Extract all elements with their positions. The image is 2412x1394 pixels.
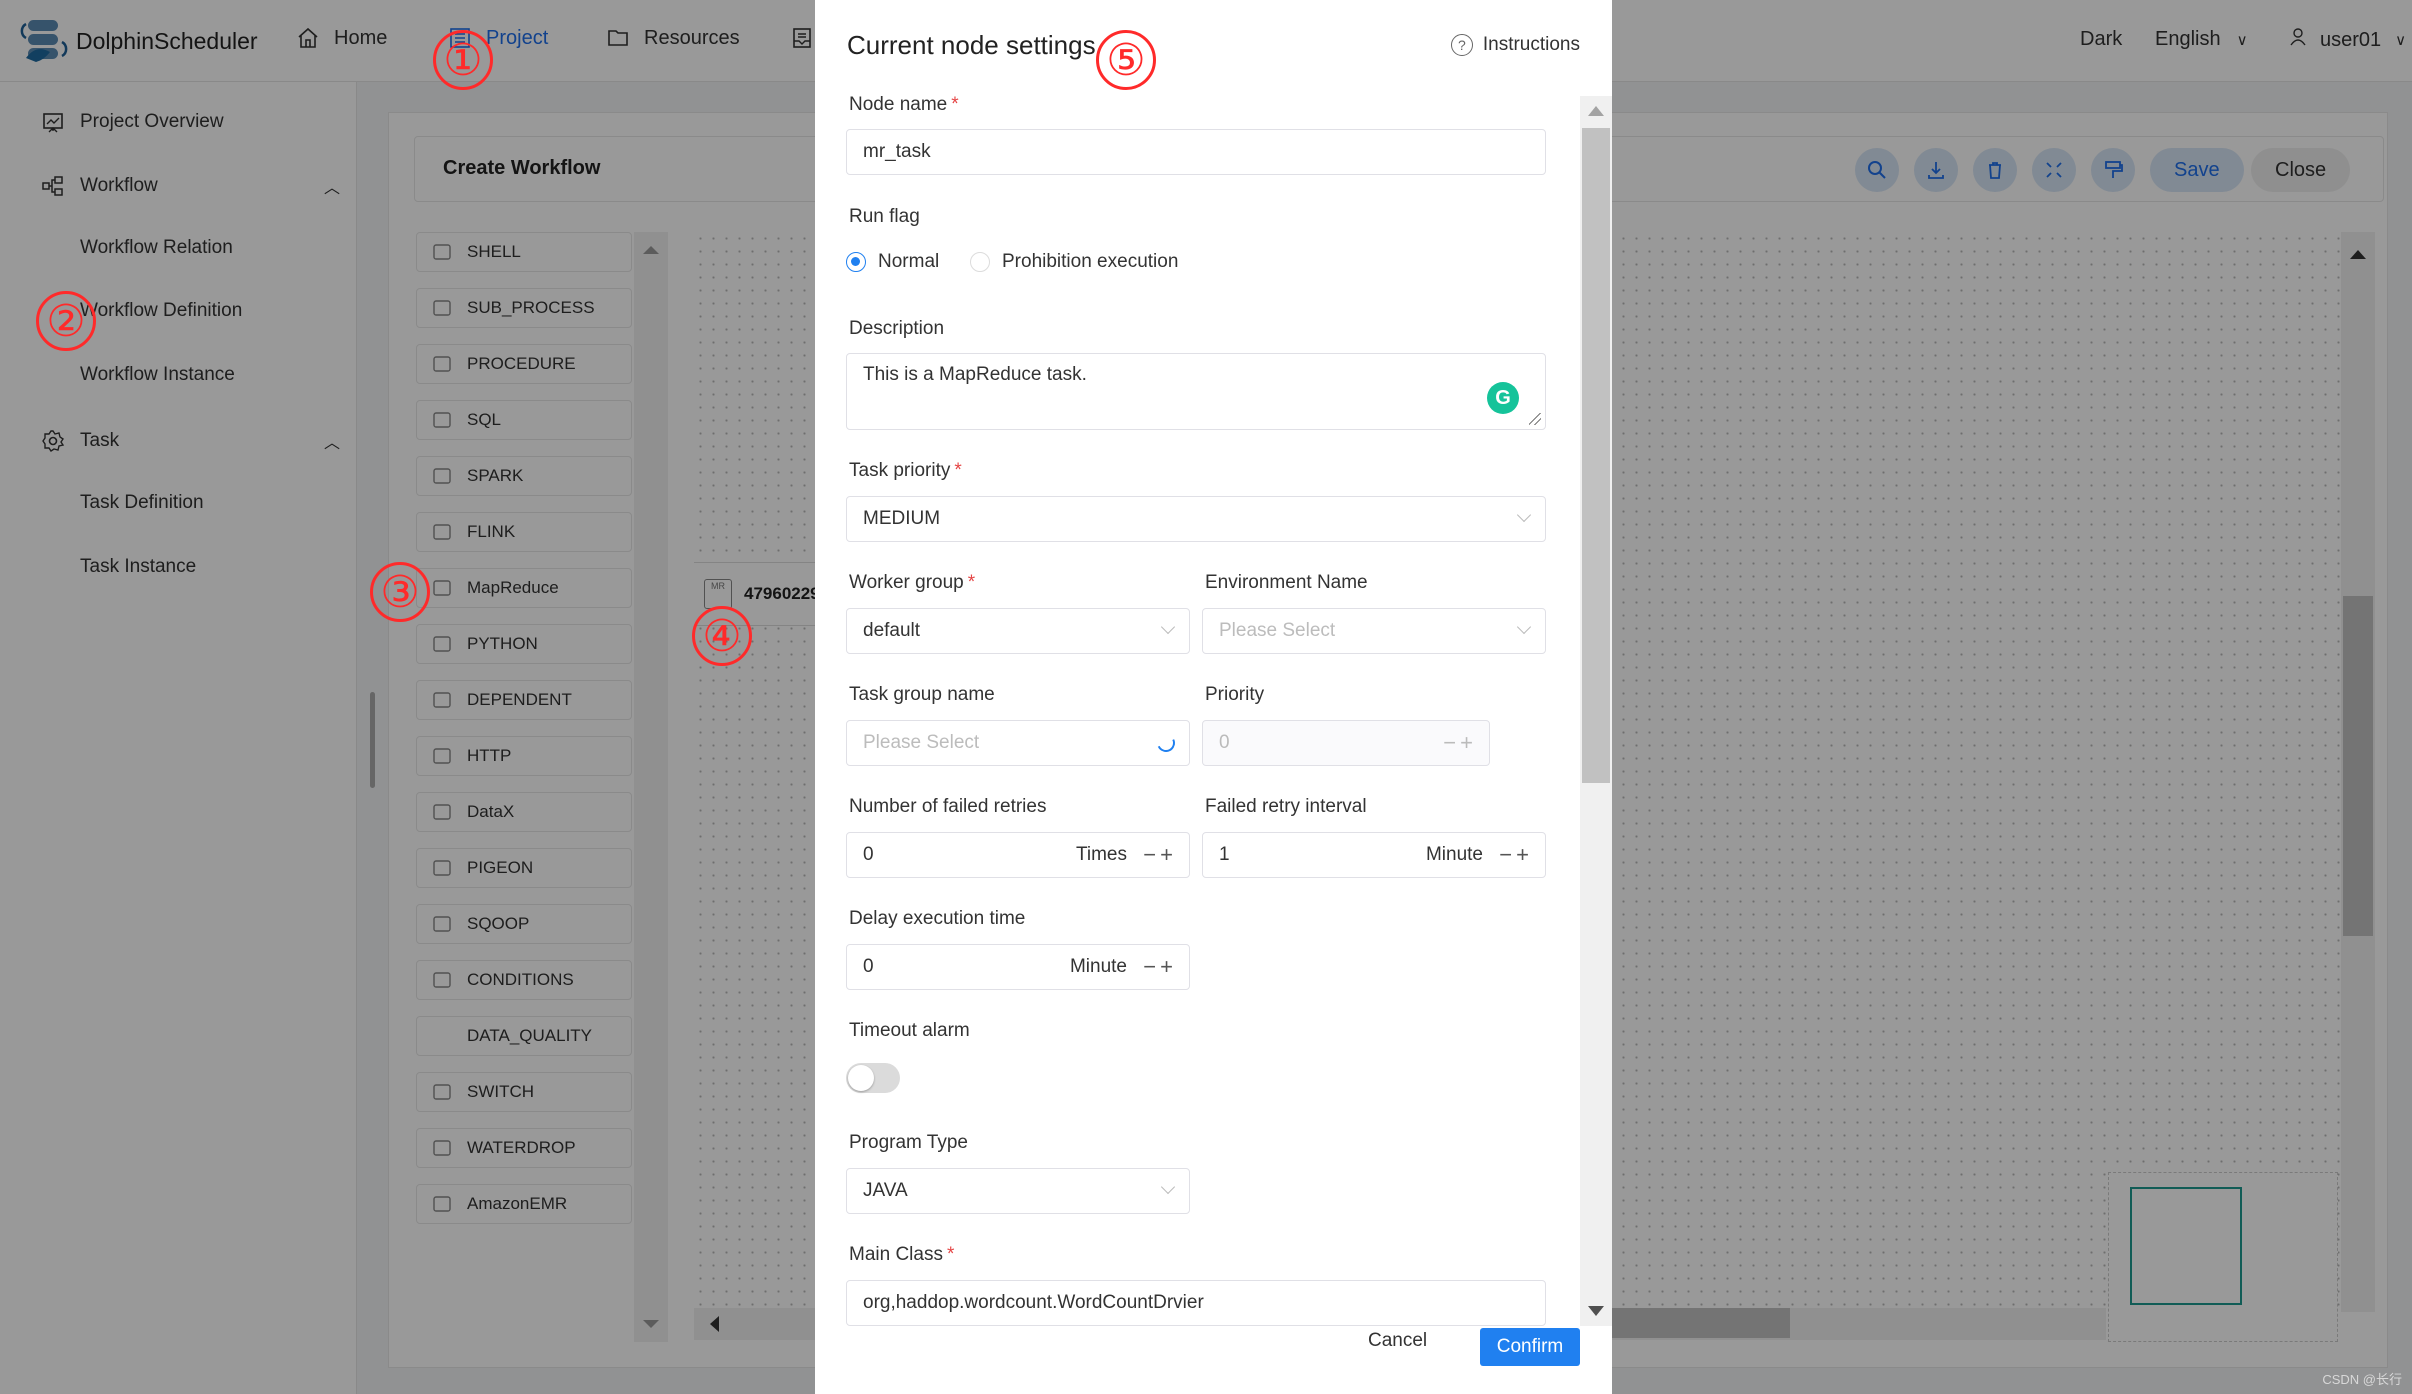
chevron-down-icon	[1160, 619, 1176, 635]
annotation-2: ②	[36, 291, 96, 351]
run-flag-label: Run flag	[849, 206, 920, 227]
run-flag-prohibition-radio[interactable]: Prohibition execution	[970, 251, 1178, 273]
description-label: Description	[849, 318, 945, 339]
scroll-up-icon[interactable]	[1588, 106, 1604, 116]
worker-group-label: Worker group *	[849, 572, 976, 593]
environment-name-label: Environment Name	[1205, 572, 1368, 593]
annotation-1: ①	[433, 30, 493, 90]
scroll-down-icon[interactable]	[1588, 1306, 1604, 1316]
description-textarea[interactable]: This is a MapReduce task. G	[846, 353, 1546, 430]
loading-spinner-icon	[1154, 731, 1178, 755]
chevron-down-icon	[1516, 619, 1532, 635]
confirm-button[interactable]: Confirm	[1480, 1328, 1580, 1366]
task-priority-label: Task priority *	[849, 460, 962, 481]
priority-input: 0 −+	[1202, 720, 1490, 766]
annotation-4: ④	[692, 606, 752, 666]
program-type-label: Program Type	[849, 1132, 968, 1153]
timeout-alarm-label: Timeout alarm	[849, 1020, 970, 1041]
retry-interval-stepper[interactable]: 1 Minute −+	[1202, 832, 1546, 878]
task-group-name-select[interactable]: Please Select	[846, 720, 1190, 766]
help-icon: ?	[1450, 34, 1473, 56]
node-name-label: Node name *	[849, 94, 959, 115]
watermark: CSDN @长行	[2322, 1372, 2402, 1387]
grammarly-icon[interactable]: G	[1487, 382, 1519, 414]
failed-retries-stepper[interactable]: 0 Times −+	[846, 832, 1190, 878]
node-name-input[interactable]: mr_task	[846, 129, 1546, 175]
instructions-link[interactable]: ? Instructions	[1450, 34, 1580, 56]
program-type-select[interactable]: JAVA	[846, 1168, 1190, 1214]
timeout-alarm-toggle[interactable]	[846, 1063, 900, 1093]
delay-time-label: Delay execution time	[849, 908, 1026, 929]
node-settings-drawer: Current node settings ? Instructions Nod…	[815, 0, 1612, 1394]
modal-scrollbar[interactable]	[1580, 96, 1612, 1326]
resize-handle-icon[interactable]	[1529, 413, 1541, 425]
scrollbar-thumb[interactable]	[1582, 128, 1610, 783]
run-flag-normal-radio[interactable]: Normal	[846, 251, 939, 273]
environment-name-select[interactable]: Please Select	[1202, 608, 1546, 654]
stepper-buttons[interactable]: −+	[1143, 954, 1177, 980]
chevron-down-icon	[1160, 1179, 1176, 1195]
worker-group-select[interactable]: default	[846, 608, 1190, 654]
modal-title: Current node settings	[847, 30, 1096, 60]
task-priority-select[interactable]: MEDIUM	[846, 496, 1546, 542]
stepper-buttons[interactable]: −+	[1499, 842, 1533, 868]
cancel-button[interactable]: Cancel	[1368, 1330, 1427, 1352]
main-class-label: Main Class *	[849, 1244, 955, 1265]
chevron-down-icon	[1516, 507, 1532, 523]
retry-interval-label: Failed retry interval	[1205, 796, 1367, 817]
failed-retries-label: Number of failed retries	[849, 796, 1047, 817]
task-group-name-label: Task group name	[849, 684, 995, 705]
stepper-buttons[interactable]: −+	[1143, 842, 1177, 868]
annotation-5: ⑤	[1096, 30, 1156, 90]
priority-label: Priority	[1205, 684, 1265, 705]
main-class-input[interactable]: org,haddop.wordcount.WordCountDrvier	[846, 1280, 1546, 1326]
annotation-3: ③	[370, 562, 430, 622]
delay-time-stepper[interactable]: 0 Minute −+	[846, 944, 1190, 990]
stepper-buttons: −+	[1443, 730, 1477, 755]
